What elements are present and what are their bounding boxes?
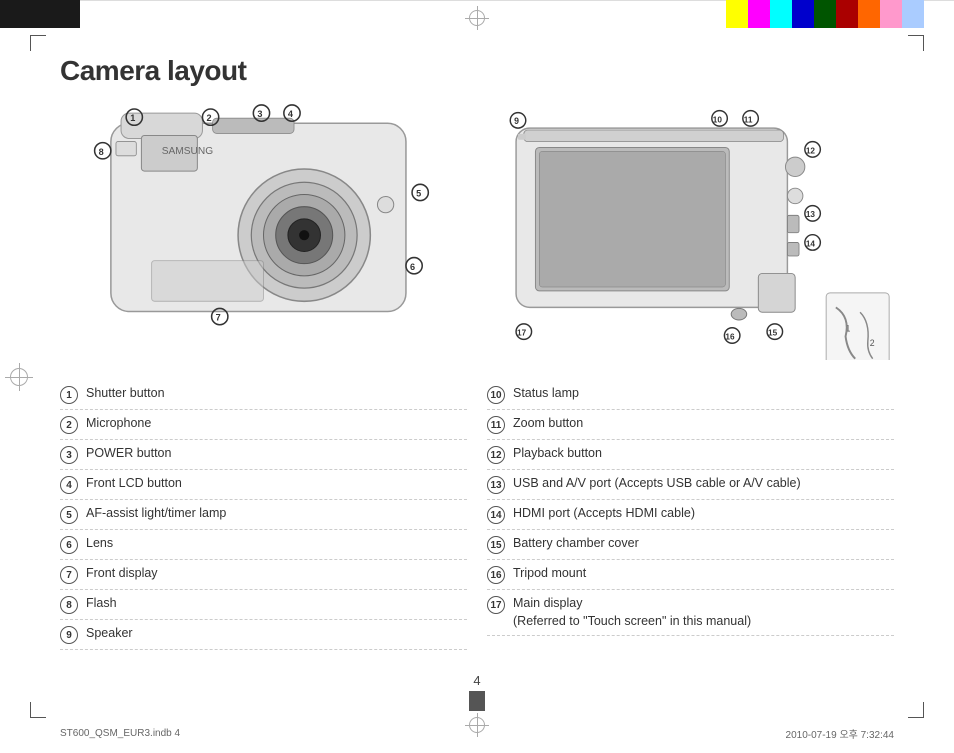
- svg-text:12: 12: [806, 146, 816, 155]
- left-reg-circle: [10, 368, 28, 386]
- label-row: 15 Battery chamber cover: [487, 530, 894, 560]
- svg-text:8: 8: [99, 147, 104, 157]
- label-row: 6 Lens: [60, 530, 467, 560]
- camera-back-diagram: 9 10 11 12 13 14 15: [487, 90, 894, 360]
- label-number: 9: [60, 626, 78, 644]
- label-number: 12: [487, 446, 505, 464]
- camera-front-svg: SAMSUNG 1: [60, 90, 467, 360]
- page-number-area: 4: [0, 673, 954, 711]
- svg-text:10: 10: [713, 115, 723, 124]
- labels-area: 1 Shutter button 2 Microphone 3 POWER button 4…: [60, 380, 894, 650]
- svg-text:3: 3: [257, 109, 262, 119]
- label-text: Front display: [86, 565, 158, 583]
- diagrams-area: SAMSUNG 1: [60, 90, 894, 360]
- footer-right: 2010-07-19 오후 7:32:44: [786, 726, 894, 741]
- label-text: POWER button: [86, 445, 171, 463]
- label-text: Front LCD button: [86, 475, 182, 493]
- page-bar: [469, 691, 485, 711]
- footer-left: ST600_QSM_EUR3.indb 4: [60, 728, 180, 739]
- label-row: 10 Status lamp: [487, 380, 894, 410]
- label-number: 2: [60, 416, 78, 434]
- label-number: 7: [60, 566, 78, 584]
- label-number: 15: [487, 536, 505, 554]
- label-number: 1: [60, 386, 78, 404]
- label-number: 13: [487, 476, 505, 494]
- label-row: 11 Zoom button: [487, 410, 894, 440]
- svg-text:9: 9: [514, 116, 519, 126]
- svg-text:2: 2: [207, 113, 212, 123]
- corner-mark-tl: [30, 35, 46, 51]
- svg-text:16: 16: [725, 332, 735, 341]
- svg-text:1: 1: [130, 113, 135, 123]
- main-content: SAMSUNG 1: [60, 90, 894, 693]
- label-number: 8: [60, 596, 78, 614]
- label-row: 8 Flash: [60, 590, 467, 620]
- svg-text:14: 14: [806, 239, 816, 248]
- svg-text:6: 6: [410, 262, 415, 272]
- label-number: 14: [487, 506, 505, 524]
- labels-left-col: 1 Shutter button 2 Microphone 3 POWER button 4…: [60, 380, 467, 650]
- label-row: 13 USB and A/V port (Accepts USB cable or…: [487, 470, 894, 500]
- corner-mark-tr: [908, 35, 924, 51]
- label-row: 14 HDMI port (Accepts HDMI cable): [487, 500, 894, 530]
- label-row: 2 Microphone: [60, 410, 467, 440]
- svg-text:11: 11: [744, 115, 753, 124]
- label-number: 6: [60, 536, 78, 554]
- label-number: 4: [60, 476, 78, 494]
- svg-text:4: 4: [288, 109, 294, 119]
- black-swatch: [0, 0, 80, 28]
- label-row: 9 Speaker: [60, 620, 467, 650]
- label-text: Flash: [86, 595, 117, 613]
- label-text: Status lamp: [513, 385, 579, 403]
- svg-text:2: 2: [870, 338, 875, 348]
- svg-text:7: 7: [216, 313, 221, 323]
- svg-text:SAMSUNG: SAMSUNG: [162, 146, 213, 157]
- label-text: USB and A/V port (Accepts USB cable or A…: [513, 475, 801, 493]
- label-text: Main display(Referred to "Touch screen" …: [513, 595, 751, 630]
- labels-right-col: 10 Status lamp 11 Zoom button 12 Playback but…: [487, 380, 894, 650]
- label-text: Zoom button: [513, 415, 583, 433]
- label-number: 3: [60, 446, 78, 464]
- label-text: AF-assist light/timer lamp: [86, 505, 226, 523]
- label-row: 12 Playback button: [487, 440, 894, 470]
- label-text: Microphone: [86, 415, 151, 433]
- label-number: 5: [60, 506, 78, 524]
- label-row: 5 AF-assist light/timer lamp: [60, 500, 467, 530]
- bottom-reg-circle: [469, 717, 485, 733]
- label-row: 7 Front display: [60, 560, 467, 590]
- page-number: 4: [473, 673, 480, 688]
- label-text: Speaker: [86, 625, 133, 643]
- label-text: Playback button: [513, 445, 602, 463]
- camera-front-diagram: SAMSUNG 1: [60, 90, 467, 360]
- label-text: Lens: [86, 535, 113, 553]
- label-number: 11: [487, 416, 505, 434]
- label-text: HDMI port (Accepts HDMI cable): [513, 505, 695, 523]
- page-title: Camera layout: [60, 55, 246, 87]
- label-row: 1 Shutter button: [60, 380, 467, 410]
- svg-text:5: 5: [416, 189, 421, 199]
- label-row: 4 Front LCD button: [60, 470, 467, 500]
- svg-text:17: 17: [517, 328, 527, 337]
- top-reg-circle: [469, 10, 485, 26]
- camera-back-svg: 9 10 11 12 13 14 15: [487, 90, 894, 360]
- label-row: 17 Main display(Referred to "Touch screen…: [487, 590, 894, 636]
- label-number: 17: [487, 596, 505, 614]
- svg-text:15: 15: [768, 328, 778, 337]
- label-number: 16: [487, 566, 505, 584]
- color-swatches: [726, 0, 924, 28]
- svg-text:13: 13: [806, 210, 816, 219]
- label-text: Tripod mount: [513, 565, 586, 583]
- label-row: 3 POWER button: [60, 440, 467, 470]
- label-number: 10: [487, 386, 505, 404]
- label-text: Shutter button: [86, 385, 165, 403]
- label-text: Battery chamber cover: [513, 535, 639, 553]
- label-row: 16 Tripod mount: [487, 560, 894, 590]
